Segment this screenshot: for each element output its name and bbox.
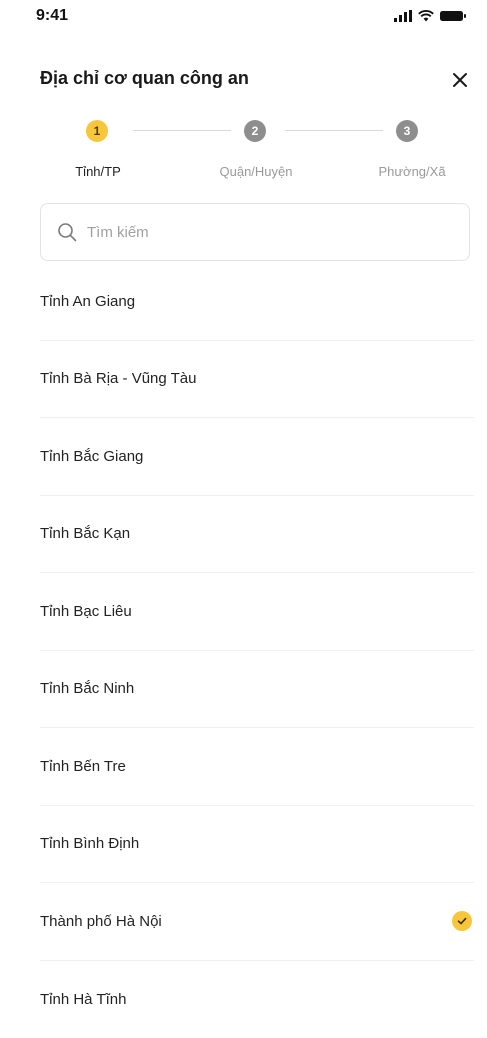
step-3-indicator[interactable]: 3 <box>396 120 418 142</box>
step-connector <box>285 130 383 131</box>
list-item[interactable]: Tỉnh Bắc Ninh <box>40 651 474 729</box>
step-2-label: Quận/Huyện <box>220 164 293 179</box>
list-item-label: Thành phố Hà Nội <box>40 913 162 930</box>
step-2-indicator[interactable]: 2 <box>244 120 266 142</box>
step-2-number: 2 <box>252 124 259 138</box>
list-item-label: Tỉnh Bắc Giang <box>40 448 143 465</box>
list-item-label: Tỉnh Hà Tĩnh <box>40 991 126 1008</box>
list-item-label: Tỉnh Bắc Ninh <box>40 680 134 697</box>
close-button[interactable] <box>448 68 472 92</box>
list-item-label: Tỉnh Bến Tre <box>40 758 126 775</box>
check-icon <box>452 911 472 931</box>
search-icon <box>57 222 77 242</box>
list-item-label: Tỉnh An Giang <box>40 293 135 310</box>
list-item[interactable]: Tỉnh Bà Rịa - Vũng Tàu <box>40 341 474 419</box>
step-connector <box>133 130 231 131</box>
status-icons <box>394 10 467 22</box>
list-item-selected[interactable]: Thành phố Hà Nội <box>40 883 474 961</box>
list-item[interactable]: Tỉnh An Giang <box>40 263 474 341</box>
list-item[interactable]: Tỉnh Bến Tre <box>40 728 474 806</box>
step-3-number: 3 <box>404 124 411 138</box>
list-item-label: Tỉnh Bạc Liêu <box>40 603 132 620</box>
step-1-label: Tỉnh/TP <box>75 164 121 179</box>
wifi-icon <box>418 10 434 22</box>
battery-icon <box>440 10 467 22</box>
signal-icon <box>394 10 412 22</box>
page-title: Địa chỉ cơ quan công an <box>40 68 249 89</box>
list-item[interactable]: Tỉnh Bạc Liêu <box>40 573 474 651</box>
stepper: 1 2 3 Tỉnh/TP Quận/Huyện Phường/Xã <box>0 120 487 190</box>
status-bar: 9:41 <box>0 0 487 34</box>
status-time: 9:41 <box>36 7 68 25</box>
list-item-label: Tỉnh Bình Định <box>40 835 139 852</box>
search-input[interactable] <box>85 223 449 242</box>
list-item[interactable]: Tỉnh Bắc Kạn <box>40 496 474 574</box>
list-item[interactable]: Tỉnh Hà Tĩnh <box>40 961 474 1038</box>
checkmark-icon <box>456 915 468 927</box>
close-icon <box>452 72 468 88</box>
province-list: Tỉnh An Giang Tỉnh Bà Rịa - Vũng Tàu Tỉn… <box>40 263 474 1038</box>
search-box[interactable] <box>40 203 470 261</box>
list-item[interactable]: Tỉnh Bình Định <box>40 806 474 884</box>
list-item[interactable]: Tỉnh Bắc Giang <box>40 418 474 496</box>
step-1-number: 1 <box>94 124 101 138</box>
step-1-indicator[interactable]: 1 <box>86 120 108 142</box>
step-3-label: Phường/Xã <box>378 164 445 179</box>
list-item-label: Tỉnh Bà Rịa - Vũng Tàu <box>40 370 196 387</box>
list-item-label: Tỉnh Bắc Kạn <box>40 525 130 542</box>
